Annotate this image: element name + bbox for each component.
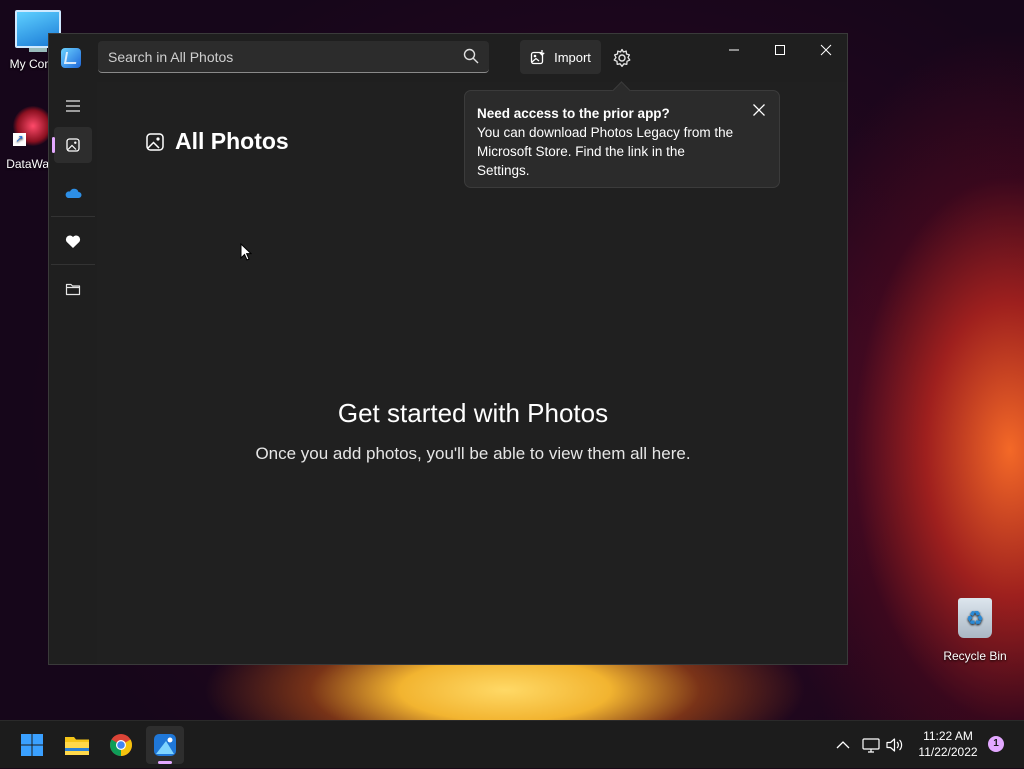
- import-label: Import: [554, 49, 591, 65]
- recycle-bin-icon: ♻: [958, 598, 992, 638]
- folder-icon: [65, 283, 81, 296]
- page-title: All Photos: [175, 128, 289, 154]
- volume-button[interactable]: [884, 721, 906, 769]
- taskbar-clock[interactable]: 11:22 AM 11/22/2022: [912, 728, 984, 760]
- empty-state-title: Get started with Photos: [337, 398, 609, 428]
- nav-divider: [51, 216, 95, 217]
- empty-state-subtitle: Once you add photos, you'll be able to v…: [255, 444, 691, 463]
- desktop-icon-recycle-bin[interactable]: ♻ Recycle Bin: [940, 598, 1010, 663]
- speaker-icon: [886, 738, 903, 752]
- teaching-tip: Need access to the prior app? You can do…: [464, 90, 780, 188]
- clock-date: 11/22/2022: [918, 745, 978, 759]
- taskbar: 11:22 AM 11/22/2022: [0, 720, 1024, 768]
- hamburger-menu-icon: [66, 100, 80, 112]
- clock-time: 11:22 AM: [923, 729, 973, 743]
- close-window-button[interactable]: [803, 34, 849, 66]
- settings-gear-icon[interactable]: [612, 48, 632, 68]
- mouse-cursor-icon: [240, 243, 252, 261]
- taskbar-file-explorer[interactable]: [58, 726, 96, 764]
- nav-item-favorites[interactable]: [54, 223, 92, 259]
- taskbar-chrome[interactable]: [102, 726, 140, 764]
- teaching-tip-body: You can download Photos Legacy from the …: [477, 125, 734, 178]
- datawag-icon: ↗: [13, 106, 53, 146]
- maximize-button[interactable]: [757, 34, 803, 66]
- minimize-button[interactable]: [711, 34, 757, 66]
- import-button[interactable]: Import: [520, 40, 601, 74]
- teaching-tip-close-icon[interactable]: [752, 103, 766, 117]
- teaching-tip-title: Need access to the prior app?: [477, 106, 670, 121]
- nav-divider: [51, 264, 95, 265]
- heart-icon: [65, 235, 81, 248]
- notification-badge[interactable]: 1: [988, 736, 1004, 752]
- all-photos-heading-icon: [146, 132, 164, 151]
- photos-app-icon: [61, 48, 81, 68]
- nav-item-folders[interactable]: [54, 271, 92, 307]
- network-icon: [862, 738, 880, 753]
- file-explorer-icon: [65, 737, 89, 755]
- page-heading: All Photos: [145, 128, 289, 155]
- minimize-icon: [729, 49, 739, 51]
- start-button[interactable]: [13, 726, 51, 764]
- network-status-button[interactable]: [859, 721, 883, 769]
- search-input[interactable]: [106, 41, 450, 73]
- chevron-up-icon: [836, 741, 850, 749]
- nav-item-all-photos[interactable]: [52, 127, 92, 163]
- chrome-icon: [110, 734, 132, 756]
- navigation-pane: [49, 82, 97, 664]
- title-bar: Import: [49, 34, 847, 82]
- windows-start-icon: [21, 734, 43, 756]
- search-box[interactable]: [98, 41, 489, 73]
- import-icon: [530, 50, 545, 65]
- all-photos-icon: [66, 138, 80, 152]
- shortcut-arrow-icon: ↗: [13, 133, 26, 146]
- onedrive-cloud-icon: [65, 188, 82, 198]
- maximize-icon: [775, 45, 785, 55]
- show-hidden-icons-button[interactable]: [832, 721, 854, 769]
- taskbar-photos[interactable]: [146, 726, 184, 764]
- close-icon: [820, 44, 832, 56]
- search-icon[interactable]: [463, 48, 479, 64]
- nav-menu-button[interactable]: [54, 88, 92, 124]
- photos-icon: [154, 734, 176, 756]
- desktop-icon-label: Recycle Bin: [943, 649, 1007, 663]
- nav-item-onedrive[interactable]: [54, 175, 92, 211]
